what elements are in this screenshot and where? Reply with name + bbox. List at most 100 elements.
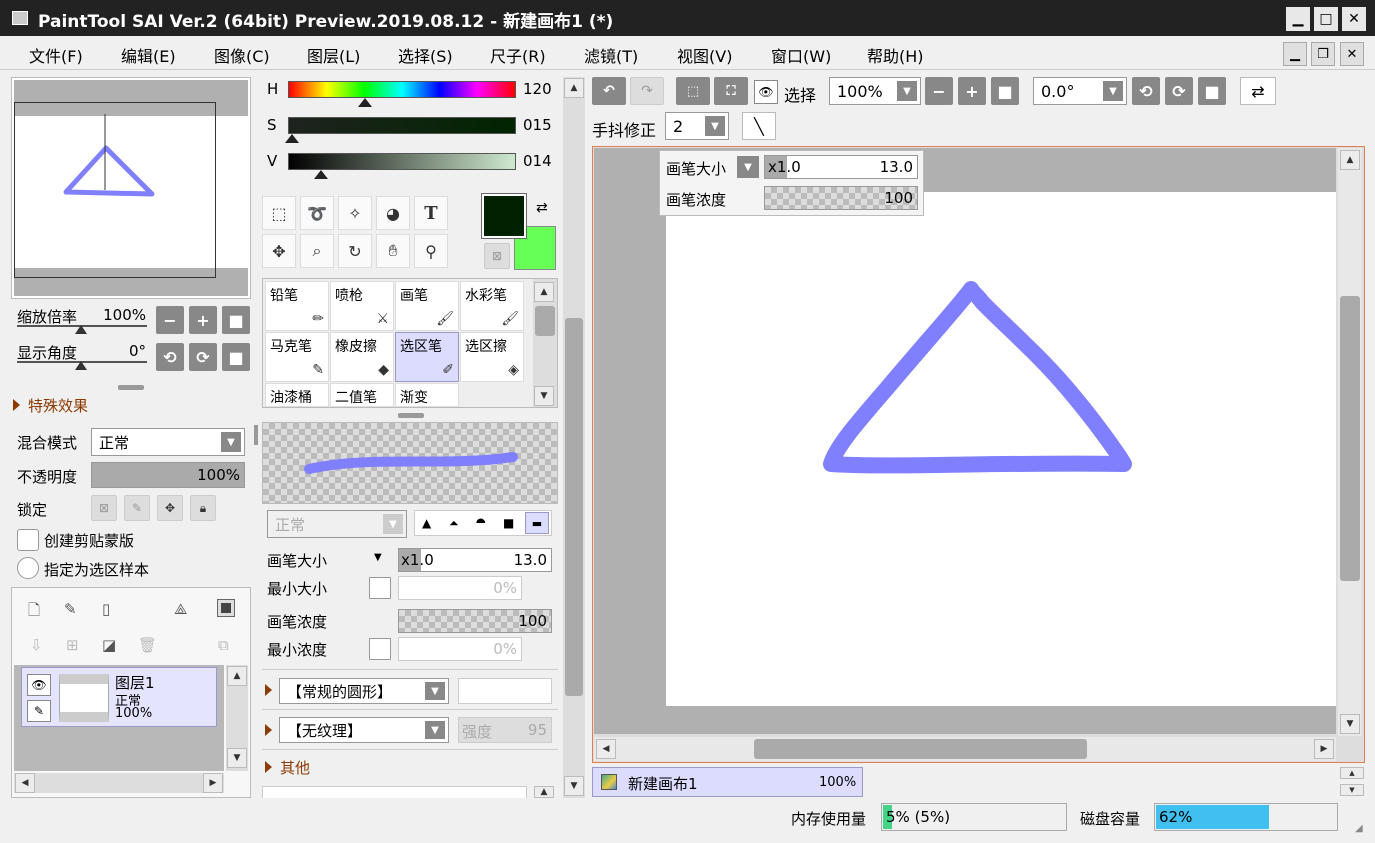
hue-slider[interactable] (288, 81, 516, 98)
zoom-in-button[interactable]: + (189, 306, 217, 334)
canvas-scroll-down[interactable]: ▼ (1340, 714, 1360, 734)
brush-airbrush[interactable]: 喷枪 ⚔︎ (330, 281, 394, 331)
lasso-icon[interactable]: ➰ (300, 196, 334, 230)
brush-bucket[interactable]: 油漆桶 (265, 383, 329, 407)
doc-minimize-button[interactable]: ▁ (1283, 42, 1307, 66)
merge-down-icon[interactable]: ⇩ (30, 636, 43, 654)
brush-shape-2-icon[interactable]: ⏶ (449, 516, 459, 531)
invert-selection-button[interactable]: ⛶ (714, 77, 748, 105)
doc-restore-button[interactable]: ❐ (1311, 42, 1335, 66)
saturation-handle[interactable] (285, 134, 299, 143)
lock-transparency-icon[interactable]: ⊠ (91, 495, 117, 521)
brush-pencil[interactable]: 铅笔 ✏︎ (265, 281, 329, 331)
stabilizer-dropdown[interactable]: 2 ▼ (665, 112, 729, 140)
shape-icon[interactable]: ◕ (376, 196, 410, 230)
middle-scroll-up[interactable]: ▲ (564, 78, 584, 98)
menu-help[interactable]: 帮助(H) (867, 43, 924, 67)
close-button[interactable]: ✕ (1342, 7, 1366, 31)
rotate-reset-button[interactable]: ■ (222, 343, 250, 371)
hue-handle[interactable] (358, 98, 372, 107)
lock-paint-icon[interactable]: ✎ (124, 495, 150, 521)
brush-scroll-thumb[interactable] (535, 306, 555, 336)
rotate-right-button[interactable]: ⟳ (189, 343, 217, 371)
zoom-icon[interactable]: ⌕ (300, 234, 334, 268)
brush-blend-dropdown[interactable]: 正常 ▼ (267, 510, 407, 538)
zoom-out-button[interactable]: − (156, 306, 184, 334)
brush-shape-strength[interactable] (458, 678, 552, 704)
layer-scroll-down[interactable]: ▼ (227, 748, 247, 768)
lock-move-icon[interactable]: ✥ (157, 495, 183, 521)
brush-scroll-down[interactable]: ▼ (534, 386, 554, 406)
layer-mask-icon[interactable]: ⟁ (174, 600, 187, 618)
duplicate-layer-icon[interactable]: ⊞ (66, 636, 79, 654)
menu-select[interactable]: 选择(S) (398, 43, 453, 67)
left-panel-divider[interactable] (254, 425, 258, 445)
menu-ruler[interactable]: 尺子(R) (490, 43, 546, 67)
brush-selection-pen[interactable]: 选区笔 ✐ (395, 332, 459, 382)
effects-section-label[interactable]: 特殊效果 (28, 395, 88, 416)
middle-scroll-down[interactable]: ▼ (564, 776, 584, 796)
brush-watercolor[interactable]: 水彩笔 🖌︎ (460, 281, 524, 331)
flip-horizontal-button[interactable]: ⇄ (1240, 77, 1276, 105)
brush-selection-eraser[interactable]: 选区擦 ◈ (460, 332, 524, 382)
layer-scroll-left[interactable]: ◀ (15, 773, 35, 793)
swap-colors-icon[interactable]: ⇄ (536, 200, 548, 216)
clipping-mask-checkbox[interactable] (17, 529, 39, 551)
expand-arrow-icon[interactable] (265, 684, 272, 696)
panel-splitter[interactable] (118, 385, 144, 390)
middle-scroll-thumb[interactable] (565, 318, 583, 696)
menu-filter[interactable]: 滤镜(T) (584, 43, 638, 67)
transparent-color-icon[interactable]: ⊠ (484, 243, 510, 269)
undo-button[interactable]: ↶ (592, 77, 626, 105)
angle-slider-handle[interactable] (75, 361, 87, 370)
magic-wand-icon[interactable]: ✧ (338, 196, 372, 230)
doc-close-button[interactable]: ✕ (1340, 42, 1364, 66)
pencil-icon[interactable]: ✎ (27, 700, 51, 722)
text-tool-icon[interactable]: T (414, 196, 448, 230)
menu-file[interactable]: 文件(F) (29, 43, 83, 67)
selection-sample-checkbox[interactable] (17, 557, 39, 579)
value-handle[interactable] (314, 170, 328, 179)
clear-layer-icon[interactable]: ◪ (102, 636, 116, 654)
blend-mode-dropdown[interactable]: 正常 ▼ (91, 428, 245, 456)
zoom-slider-handle[interactable] (75, 325, 87, 334)
toolbar-zoom-reset-button[interactable]: ■ (991, 77, 1019, 105)
move-icon[interactable]: ✥ (262, 234, 296, 268)
layer-record-icon[interactable] (217, 599, 235, 617)
brush-binary[interactable]: 二值笔 (330, 383, 394, 407)
zoom-dropdown[interactable]: 100% ▼ (829, 77, 921, 105)
canvas-scroll-right[interactable]: ▶ (1314, 739, 1334, 759)
expand-arrow-icon[interactable] (265, 724, 272, 736)
lock-all-icon[interactable]: 🔒︎ (190, 495, 216, 521)
brush-shape-5-icon[interactable]: ▬ (525, 512, 549, 534)
toolbar-rotate-reset-button[interactable]: ■ (1198, 77, 1226, 105)
overlay-size-dropdown[interactable]: ▼ (737, 156, 759, 178)
rect-select-icon[interactable]: ⬚ (262, 196, 296, 230)
layer-hscrollbar[interactable] (14, 773, 224, 793)
menu-image[interactable]: 图像(C) (214, 43, 270, 67)
expand-arrow-icon[interactable] (13, 399, 20, 411)
texture-dropdown[interactable]: 【无纹理】 ▼ (279, 717, 449, 743)
brush-shape-4-icon[interactable]: ■ (503, 516, 514, 530)
minimize-button[interactable]: ▁ (1286, 7, 1310, 31)
eye-icon[interactable]: 👁︎ (27, 674, 51, 696)
eyedropper-icon[interactable]: ⚲ (414, 234, 448, 268)
resize-grip-icon[interactable]: ◢ (1355, 823, 1363, 834)
eye-icon[interactable]: 👁︎ (754, 80, 778, 104)
menu-edit[interactable]: 编辑(E) (121, 43, 176, 67)
angle-dropdown[interactable]: 0.0° ▼ (1033, 77, 1127, 105)
layer-scroll-up[interactable]: ▲ (227, 666, 247, 686)
zoom-reset-button[interactable]: ■ (222, 306, 250, 334)
deselect-button[interactable]: ⬚ (676, 77, 710, 105)
preset-scroll-up[interactable]: ▲ (534, 786, 554, 798)
min-density-checkbox[interactable] (369, 638, 391, 660)
toolbar-zoom-in-button[interactable]: + (958, 77, 986, 105)
menu-window[interactable]: 窗口(W) (771, 43, 831, 67)
value-slider[interactable] (288, 153, 516, 170)
menu-layer[interactable]: 图层(L) (307, 43, 360, 67)
redo-button[interactable]: ↷ (630, 77, 664, 105)
canvas-hscroll-thumb[interactable] (754, 739, 1087, 759)
toolbar-rotate-right-button[interactable]: ⟳ (1165, 77, 1193, 105)
new-layer-icon[interactable]: 🗋︎ (28, 600, 40, 625)
brush-gradient[interactable]: 渐变 (395, 383, 459, 407)
